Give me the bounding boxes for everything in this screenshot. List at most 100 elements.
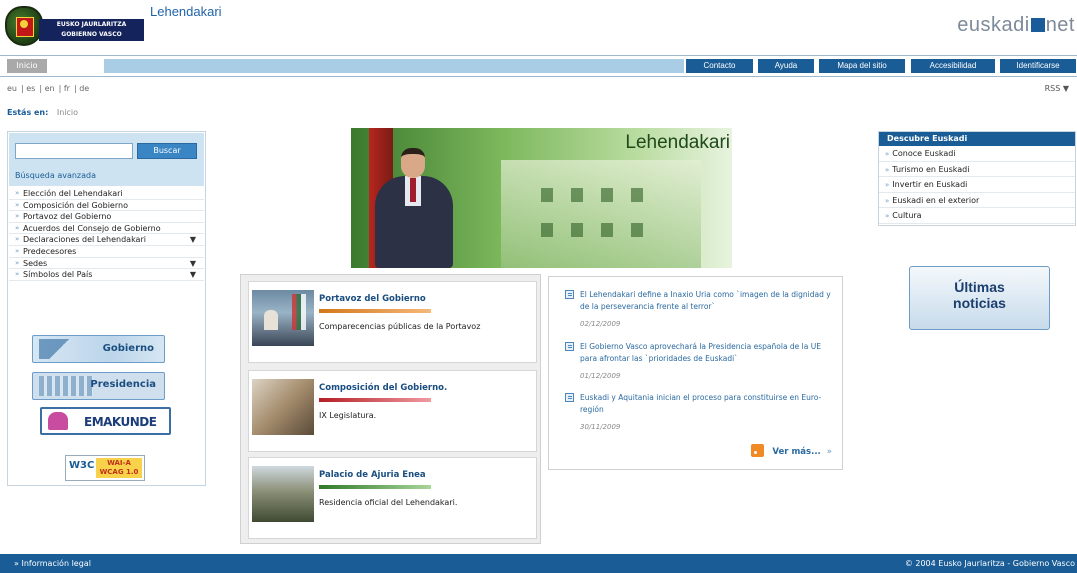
lang-eu[interactable]: eu (7, 84, 17, 93)
gobierno-graphic-icon (39, 339, 79, 359)
wai-line1: WAI-A (107, 459, 131, 467)
sitemap-button[interactable]: Mapa del sitio (819, 59, 905, 73)
feature-composicion[interactable]: Composición del Gobierno. IX Legislatura… (248, 370, 537, 452)
lang-fr[interactable]: fr (64, 84, 70, 93)
expand-arrow-icon[interactable]: ▼ (190, 234, 196, 245)
lang-de[interactable]: de (79, 84, 89, 93)
news-headline[interactable]: El Lehendakari define a Inaxio Uria como… (580, 289, 837, 313)
sidebar-item-simbolos[interactable]: » Símbolos del País ▼ (9, 269, 204, 281)
login-button[interactable]: Identificarse (1000, 59, 1076, 73)
sidebar-item-declaraciones[interactable]: » Declaraciones del Lehendakari ▼ (9, 234, 204, 246)
feature-title[interactable]: Palacio de Ajuria Enea (319, 470, 426, 480)
chevron-right-icon: » (15, 212, 20, 221)
search-panel: Buscar Búsqueda avanzada (9, 133, 204, 186)
rss-icon[interactable] (751, 444, 765, 457)
breadcrumb: Estás en: Inicio (7, 108, 78, 117)
contact-button[interactable]: Contacto (686, 59, 753, 73)
home-button[interactable]: Inicio (7, 59, 47, 73)
search-input[interactable] (15, 143, 133, 159)
latest-news-button[interactable]: Últimas noticias (909, 266, 1050, 330)
sidebar-item-label: Predecesores (23, 246, 77, 256)
chevron-right-icon: » (885, 212, 890, 220)
sidebar-item-predecesores[interactable]: » Predecesores (9, 246, 204, 258)
accessibility-button[interactable]: Accesibilidad (911, 59, 995, 73)
chevron-right-icon: » (15, 258, 20, 267)
sidebar-item-label: Portavoz del Gobierno (23, 212, 112, 222)
descubre-item-exterior[interactable]: » Euskadi en el exterior (879, 193, 1075, 208)
features-panel: Portavoz del Gobierno Comparecencias púb… (240, 274, 541, 544)
sidebar-item-sedes[interactable]: » Sedes ▼ (9, 258, 204, 270)
legal-info-link[interactable]: » Información legal (14, 554, 91, 573)
rss-label: RSS (1044, 84, 1061, 93)
descubre-title: Descubre Euskadi (879, 132, 1075, 146)
lang-es[interactable]: es (26, 84, 35, 93)
feature-desc: IX Legislatura. (319, 411, 377, 420)
feature-color-bar (319, 485, 431, 489)
emakunde-banner-link[interactable]: EMAKUNDE (40, 407, 171, 435)
sidebar-item-eleccion[interactable]: » Elección del Lehendakari (9, 188, 204, 200)
chevron-down-icon: ▼ (1062, 84, 1069, 93)
advanced-search-link[interactable]: Búsqueda avanzada (15, 171, 96, 180)
latest-news-line1: Últimas (954, 279, 1005, 295)
building-icon (39, 376, 93, 396)
descubre-item-turismo[interactable]: » Turismo en Euskadi (879, 162, 1075, 177)
site-footer: » Información legal © 2004 Eusko Jaurlar… (0, 554, 1077, 573)
feature-color-bar (319, 309, 431, 313)
document-icon (565, 393, 574, 402)
lehendakari-portrait (367, 146, 459, 268)
hero-title: Lehendakari (625, 132, 730, 153)
sidebar-item-composicion[interactable]: » Composición del Gobierno (9, 200, 204, 212)
window-shape (571, 223, 583, 237)
chevron-right-icon: » (15, 270, 20, 279)
wai-line2: WCAG 1.0 (99, 468, 139, 476)
gobierno-banner-link[interactable]: Gobierno (32, 335, 165, 363)
chevron-right-icon: » (15, 246, 20, 255)
descubre-item-invertir[interactable]: » Invertir en Euskadi (879, 177, 1075, 193)
feature-portavoz[interactable]: Portavoz del Gobierno Comparecencias púb… (248, 281, 537, 363)
rss-link[interactable]: RSS ▼ (1045, 84, 1069, 93)
chevron-right-icon: » (15, 189, 20, 197)
presidencia-banner-link[interactable]: Presidencia (32, 372, 165, 400)
site-title[interactable]: Lehendakari (150, 4, 222, 19)
document-icon (565, 290, 574, 299)
sidebar-item-portavoz[interactable]: » Portavoz del Gobierno (9, 211, 204, 223)
logo-text-line2: GOBIERNO VASCO (61, 31, 122, 38)
news-headline[interactable]: Euskadi y Aquitania inician el proceso p… (580, 392, 837, 416)
news-item: El Gobierno Vasco aprovechará la Preside… (565, 341, 837, 380)
site-header: EUSKO JAURLARITZA GOBIERNO VASCO Lehenda… (0, 0, 1077, 52)
emakunde-banner-label: EMAKUNDE (84, 415, 157, 429)
news-date: 30/11/2009 (580, 423, 621, 431)
copyright-text: © 2004 Eusko Jaurlaritza - Gobierno Vasc… (904, 559, 1075, 568)
logo-banner: EUSKO JAURLARITZA GOBIERNO VASCO (39, 19, 144, 41)
chevron-right-icon: » (885, 150, 890, 158)
feature-desc: Residencia oficial del Lehendakari. (319, 498, 458, 507)
expand-arrow-icon[interactable]: ▼ (190, 258, 196, 269)
composicion-photo (252, 379, 314, 435)
feature-title[interactable]: Portavoz del Gobierno (319, 294, 426, 304)
wai-level-label: WAI-A WCAG 1.0 (96, 458, 142, 478)
descubre-item-cultura[interactable]: » Cultura (879, 208, 1075, 224)
descubre-item-conoce[interactable]: » Conoce Euskadi (879, 146, 1075, 162)
chevron-right-icon: » (15, 235, 20, 244)
wai-a-badge[interactable]: W3C WAI-A WCAG 1.0 (65, 455, 145, 481)
chevron-right-icon: » (885, 181, 890, 189)
breadcrumb-current: Inicio (56, 108, 79, 117)
search-button[interactable]: Buscar (137, 143, 197, 159)
view-more-link[interactable]: Ver más... » (751, 444, 832, 457)
chevron-right-icon: » (885, 165, 890, 174)
top-nav-bar: Inicio Contacto Ayuda Mapa del sitio Acc… (0, 55, 1077, 77)
gobierno-vasco-logo[interactable]: EUSKO JAURLARITZA GOBIERNO VASCO (5, 6, 144, 46)
sidebar-item-label: Sedes (23, 258, 48, 268)
descubre-item-label: Euskadi en el exterior (892, 195, 980, 205)
news-date: 01/12/2009 (580, 372, 621, 380)
descubre-item-label: Cultura (892, 211, 922, 220)
feature-title[interactable]: Composición del Gobierno. (319, 383, 447, 393)
feature-ajuria-enea[interactable]: Palacio de Ajuria Enea Residencia oficia… (248, 457, 537, 539)
euskadinet-logo[interactable]: euskadi net (957, 14, 1075, 37)
lang-en[interactable]: en (45, 84, 55, 93)
left-menu: » Elección del Lehendakari » Composición d… (9, 188, 204, 281)
news-headline[interactable]: El Gobierno Vasco aprovechará la Preside… (580, 341, 837, 365)
help-button[interactable]: Ayuda (758, 59, 814, 73)
sidebar-item-acuerdos[interactable]: » Acuerdos del Consejo de Gobierno (9, 223, 204, 235)
expand-arrow-icon[interactable]: ▼ (190, 269, 196, 280)
